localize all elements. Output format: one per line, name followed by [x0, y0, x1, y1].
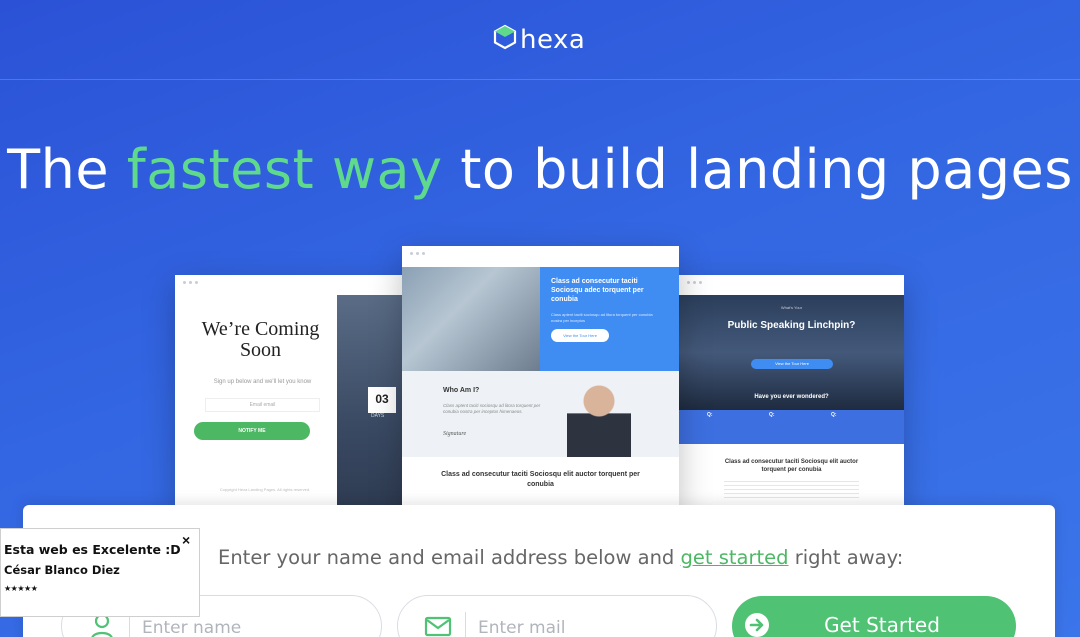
hexagon-logo-icon	[492, 24, 518, 55]
notify-me-button: NOTIFY ME	[194, 422, 310, 440]
speaking-bottom-text: Class ad consecutur taciti Sociosqu elit…	[724, 459, 859, 473]
review-author: César Blanco Diez	[4, 563, 120, 577]
about-hero-panel: Class ad consecutur taciti Sociosqu adec…	[540, 267, 679, 371]
signature: Signature	[443, 431, 467, 437]
preview-coming-soon[interactable]: We’re Coming Soon Sign up below and we'l…	[175, 275, 407, 510]
window-dots-icon	[183, 281, 198, 284]
review-text: Esta web es Excelente :D	[4, 542, 181, 557]
mail-input[interactable]	[478, 618, 698, 637]
mail-field[interactable]	[397, 595, 717, 637]
audience-photo: What's Your Public Speaking Linchpin? Vi…	[679, 295, 904, 410]
get-started-link[interactable]: get started	[681, 546, 789, 569]
countdown-label: DAYS	[371, 413, 385, 419]
window-dots-icon	[687, 281, 702, 284]
coming-soon-subtitle: Sign up below and we'll let you know	[213, 379, 312, 385]
question-label: Q:	[769, 412, 775, 418]
coming-soon-email-input: Email email	[205, 398, 320, 412]
hero-title-highlight: fastest way	[126, 138, 443, 201]
who-am-i-quote: Class aptent taciti sociosqu ad litora t…	[443, 403, 541, 414]
star-rating-icon: ★★★★★	[4, 584, 38, 593]
who-am-i-section: Who Am I? Class aptent taciti sociosqu a…	[402, 371, 679, 457]
about-headline: Class ad consecutur taciti Sociosqu adec…	[551, 278, 644, 303]
placeholder-text-lines	[724, 481, 859, 501]
coming-soon-title: We’re Coming Soon	[201, 318, 320, 361]
brand-name: hexa	[520, 24, 586, 55]
field-divider	[465, 612, 466, 637]
team-photo	[402, 267, 540, 371]
question-label: Q:	[831, 412, 837, 418]
speaking-button: View the Tour Here	[751, 359, 833, 369]
about-small-text: Class aptent taciti sociosqu ad litora t…	[551, 312, 653, 323]
window-dots-icon	[410, 252, 425, 255]
question-label: Q:	[707, 412, 713, 418]
brand-logo[interactable]: hexa	[492, 24, 585, 55]
signup-intro-before: Enter your name and email address below …	[218, 546, 681, 569]
hero-title-after: to build landing pages	[442, 138, 1073, 201]
about-bottom-text: Class ad consecutur taciti Sociosqu elit…	[441, 471, 640, 488]
name-input[interactable]	[142, 618, 362, 637]
about-tour-button: View the Tour Here	[551, 329, 609, 342]
coming-soon-footer: Copyright Hexa Landing Pages. All rights…	[219, 487, 311, 492]
hero-title-before: The	[7, 138, 127, 201]
signup-intro-after: right away:	[788, 546, 904, 569]
preview-about-me[interactable]: Class ad consecutur taciti Sociosqu adec…	[402, 246, 679, 510]
who-am-i-title: Who Am I?	[443, 387, 480, 394]
speaking-kicker: What's Your	[780, 305, 803, 310]
get-started-label: Get Started	[824, 613, 940, 637]
countdown-value: 03	[368, 387, 396, 413]
speaking-band-title: Have you ever wondered?	[754, 394, 829, 400]
review-popup: Esta web es Excelente :D César Blanco Di…	[0, 528, 200, 617]
envelope-icon	[424, 612, 452, 637]
speaking-title: Public Speaking Linchpin?	[727, 320, 856, 331]
signup-intro: Enter your name and email address below …	[218, 546, 903, 569]
hero-title: The fastest way to build landing pages	[0, 138, 1080, 201]
get-started-button[interactable]: Get Started	[732, 596, 1016, 637]
top-bar: hexa	[0, 0, 1080, 80]
preview-public-speaking[interactable]: What's Your Public Speaking Linchpin? Vi…	[679, 275, 904, 510]
portrait-photo	[567, 377, 631, 457]
close-icon[interactable]: ×	[182, 533, 190, 547]
